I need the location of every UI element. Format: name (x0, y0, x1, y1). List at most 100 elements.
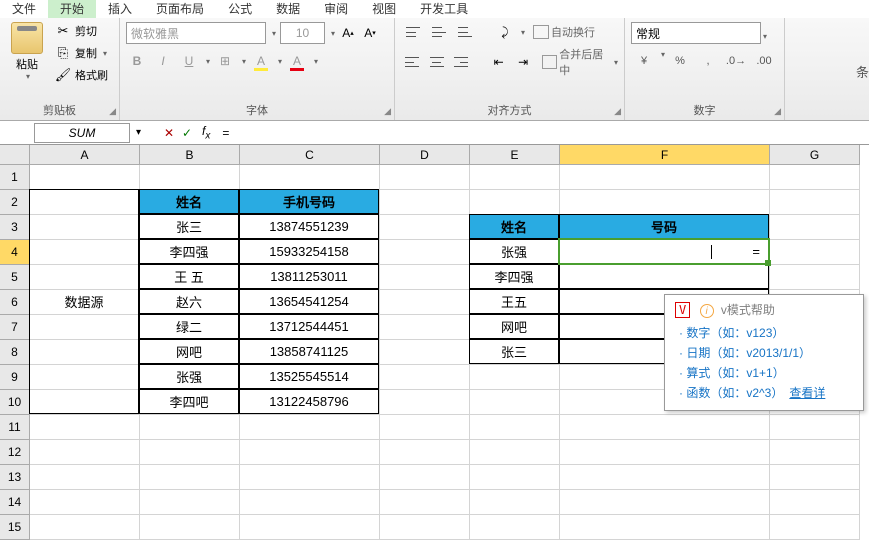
ribbon-tab-4[interactable]: 公式 (216, 0, 264, 18)
cell-F14[interactable] (560, 490, 770, 515)
cell-B5[interactable]: 王 五 (139, 264, 239, 289)
row-header-7[interactable]: 7 (0, 315, 30, 340)
merge-center-button[interactable]: 合并后居中▾ (542, 46, 618, 78)
cell-G1[interactable] (770, 165, 860, 190)
cell-D3[interactable] (380, 215, 470, 240)
col-header-A[interactable]: A (30, 145, 140, 165)
cell-D6[interactable] (380, 290, 470, 315)
cell-F1[interactable] (560, 165, 770, 190)
cell-E5[interactable]: 李四强 (469, 264, 559, 289)
cell-C7[interactable]: 13712544451 (239, 314, 379, 339)
cell-A11[interactable] (30, 415, 140, 440)
cell-B15[interactable] (140, 515, 240, 540)
cell-F2[interactable] (560, 190, 770, 215)
format-painter-button[interactable]: 🖌格式刷 (52, 66, 111, 84)
cell-G2[interactable] (770, 190, 860, 215)
col-header-B[interactable]: B (140, 145, 240, 165)
ribbon-tab-2[interactable]: 插入 (96, 0, 144, 18)
cell-E14[interactable] (470, 490, 560, 515)
ribbon-tab-8[interactable]: 开发工具 (408, 0, 480, 18)
tooltip-item-2[interactable]: 算式（如：v1+1） (679, 364, 853, 381)
cell-E4[interactable]: 张强 (469, 239, 559, 264)
cell-D9[interactable] (380, 365, 470, 390)
cell-B3[interactable]: 张三 (139, 214, 239, 239)
ribbon-tab-7[interactable]: 视图 (360, 0, 408, 18)
copy-button[interactable]: ⎘复制▾ (52, 44, 111, 62)
col-header-D[interactable]: D (380, 145, 470, 165)
cell-D10[interactable] (380, 390, 470, 415)
cell-B6[interactable]: 赵六 (139, 289, 239, 314)
ribbon-tab-1[interactable]: 开始 (48, 0, 96, 18)
cell-G13[interactable] (770, 465, 860, 490)
cell-F15[interactable] (560, 515, 770, 540)
increase-indent-button[interactable]: ⇥ (512, 52, 534, 72)
align-right-button[interactable] (450, 52, 472, 72)
cell-B10[interactable]: 李四吧 (139, 389, 239, 414)
orientation-button[interactable]: ⤸ (493, 22, 517, 42)
cell-A13[interactable] (30, 465, 140, 490)
cell-C9[interactable]: 13525545514 (239, 364, 379, 389)
percent-format-button[interactable]: % (667, 50, 693, 72)
row-header-3[interactable]: 3 (0, 215, 30, 240)
cell-G11[interactable] (770, 415, 860, 440)
enter-formula-button[interactable]: ✓ (178, 124, 196, 142)
wrap-text-button[interactable]: 自动换行 (533, 24, 595, 40)
cell-A2[interactable]: 数据源 (29, 189, 139, 414)
paste-dropdown[interactable]: ▾ (26, 72, 30, 81)
cell-A12[interactable] (30, 440, 140, 465)
align-top-button[interactable] (401, 22, 425, 42)
cell-A15[interactable] (30, 515, 140, 540)
cell-G5[interactable] (770, 265, 860, 290)
cell-E8[interactable]: 张三 (469, 339, 559, 364)
cell-B13[interactable] (140, 465, 240, 490)
cell-C1[interactable] (240, 165, 380, 190)
row-header-1[interactable]: 1 (0, 165, 30, 190)
cancel-formula-button[interactable]: ✕ (160, 124, 178, 142)
row-header-10[interactable]: 10 (0, 390, 30, 415)
align-middle-button[interactable] (427, 22, 451, 42)
cut-button[interactable]: ✂剪切 (52, 22, 111, 40)
col-header-F[interactable]: F (560, 145, 770, 165)
cell-C11[interactable] (240, 415, 380, 440)
bold-button[interactable]: B (126, 50, 148, 72)
col-header-E[interactable]: E (470, 145, 560, 165)
decrease-font-button[interactable]: A▾ (361, 24, 379, 42)
clipboard-expand-icon[interactable]: ◢ (109, 106, 116, 117)
formula-input[interactable] (216, 126, 865, 140)
cell-A1[interactable] (30, 165, 140, 190)
cell-C12[interactable] (240, 440, 380, 465)
cell-F3[interactable]: 号码 (559, 214, 769, 239)
col-header-C[interactable]: C (240, 145, 380, 165)
increase-font-button[interactable]: A▴ (339, 24, 357, 42)
font-size-dropdown[interactable]: ▾ (331, 29, 335, 38)
number-format-select[interactable] (631, 22, 761, 44)
cell-D14[interactable] (380, 490, 470, 515)
tooltip-item-3[interactable]: 函数（如：v2^3）查看详 (679, 384, 853, 401)
column-headers[interactable]: ABCDEFG (30, 145, 860, 165)
cell-C13[interactable] (240, 465, 380, 490)
align-left-button[interactable] (401, 52, 423, 72)
row-header-8[interactable]: 8 (0, 340, 30, 365)
cell-C14[interactable] (240, 490, 380, 515)
font-name-select[interactable] (126, 22, 266, 44)
cell-E3[interactable]: 姓名 (469, 214, 559, 239)
col-header-G[interactable]: G (770, 145, 860, 165)
name-box[interactable]: SUM (34, 123, 130, 143)
align-expand-icon[interactable]: ◢ (614, 106, 621, 117)
row-header-2[interactable]: 2 (0, 190, 30, 215)
name-box-dropdown[interactable]: ▾ (136, 127, 150, 138)
fill-handle[interactable] (765, 260, 771, 266)
font-size-select[interactable] (280, 22, 325, 44)
cell-C6[interactable]: 13654541254 (239, 289, 379, 314)
cell-E10[interactable] (470, 390, 560, 415)
cell-B4[interactable]: 李四强 (139, 239, 239, 264)
cell-B11[interactable] (140, 415, 240, 440)
font-expand-icon[interactable]: ◢ (384, 106, 391, 117)
underline-button[interactable]: U (178, 50, 200, 72)
cell-D13[interactable] (380, 465, 470, 490)
cell-E7[interactable]: 网吧 (469, 314, 559, 339)
cell-B9[interactable]: 张强 (139, 364, 239, 389)
row-header-6[interactable]: 6 (0, 290, 30, 315)
cell-D12[interactable] (380, 440, 470, 465)
cell-B1[interactable] (140, 165, 240, 190)
